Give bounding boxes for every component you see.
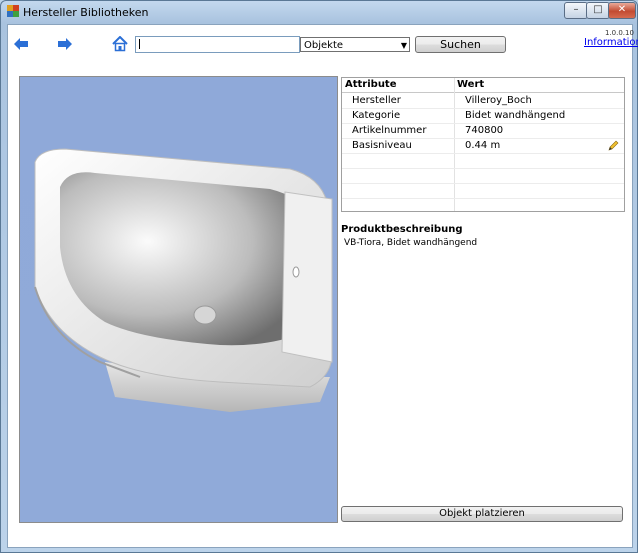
attribute-cell: Artikelnummer: [352, 125, 427, 136]
description-title: Produktbeschreibung: [341, 224, 463, 235]
table-row[interactable]: Basisniveau 0.44 m: [342, 138, 624, 154]
table-row[interactable]: Kategorie Bidet wandhängend: [342, 108, 624, 124]
app-icon: [7, 5, 19, 17]
table-row-empty: [342, 153, 624, 169]
properties-grid: Attribute Wert Hersteller Villeroy_Boch …: [341, 77, 625, 212]
column-header-value[interactable]: Wert: [457, 78, 484, 92]
window-title: Hersteller Bibliotheken: [23, 6, 149, 19]
version-label: 1.0.0.10: [605, 29, 634, 37]
table-row-empty: [342, 168, 624, 184]
text-caret: [139, 39, 140, 49]
value-cell: 0.44 m: [465, 140, 501, 151]
app-window: Hersteller Bibliotheken – □ ✕ Objekte ▼ …: [0, 0, 638, 553]
pencil-icon[interactable]: [607, 140, 619, 152]
maximize-button[interactable]: □: [586, 2, 610, 19]
chevron-down-icon: ▼: [400, 41, 407, 50]
filter-selected-value: Objekte: [304, 40, 344, 51]
description-text: VB-Tiora, Bidet wandhängend: [344, 238, 478, 248]
3d-preview-viewport[interactable]: [19, 76, 338, 523]
place-object-button[interactable]: Objekt platzieren: [341, 506, 623, 522]
value-cell: Bidet wandhängend: [465, 110, 566, 121]
column-header-attribute[interactable]: Attribute: [345, 78, 397, 92]
attribute-cell: Kategorie: [352, 110, 401, 121]
table-row[interactable]: Hersteller Villeroy_Boch: [342, 93, 624, 109]
grid-header: Attribute Wert: [342, 78, 624, 93]
main-panel: Objekte ▼ Suchen 1.0.0.10 Information At…: [7, 24, 638, 548]
arrow-left-icon[interactable]: [13, 37, 29, 51]
arrow-right-icon[interactable]: [57, 37, 73, 51]
bidet-3d-model: [34, 148, 333, 412]
home-icon[interactable]: [112, 36, 128, 52]
value-cell: Villeroy_Boch: [465, 95, 532, 106]
search-button[interactable]: Suchen: [415, 36, 506, 53]
attribute-cell: Hersteller: [352, 95, 401, 106]
table-row[interactable]: Artikelnummer 740800: [342, 123, 624, 139]
filter-select[interactable]: Objekte ▼: [300, 37, 410, 52]
attribute-cell: Basisniveau: [352, 140, 412, 151]
title-bar: Hersteller Bibliotheken – □ ✕: [1, 1, 637, 23]
close-button[interactable]: ✕: [608, 2, 636, 19]
minimize-button[interactable]: –: [564, 2, 588, 19]
information-link[interactable]: Information: [584, 37, 638, 48]
search-input[interactable]: [135, 36, 300, 53]
table-row-empty: [342, 183, 624, 199]
value-cell: 740800: [465, 125, 504, 136]
